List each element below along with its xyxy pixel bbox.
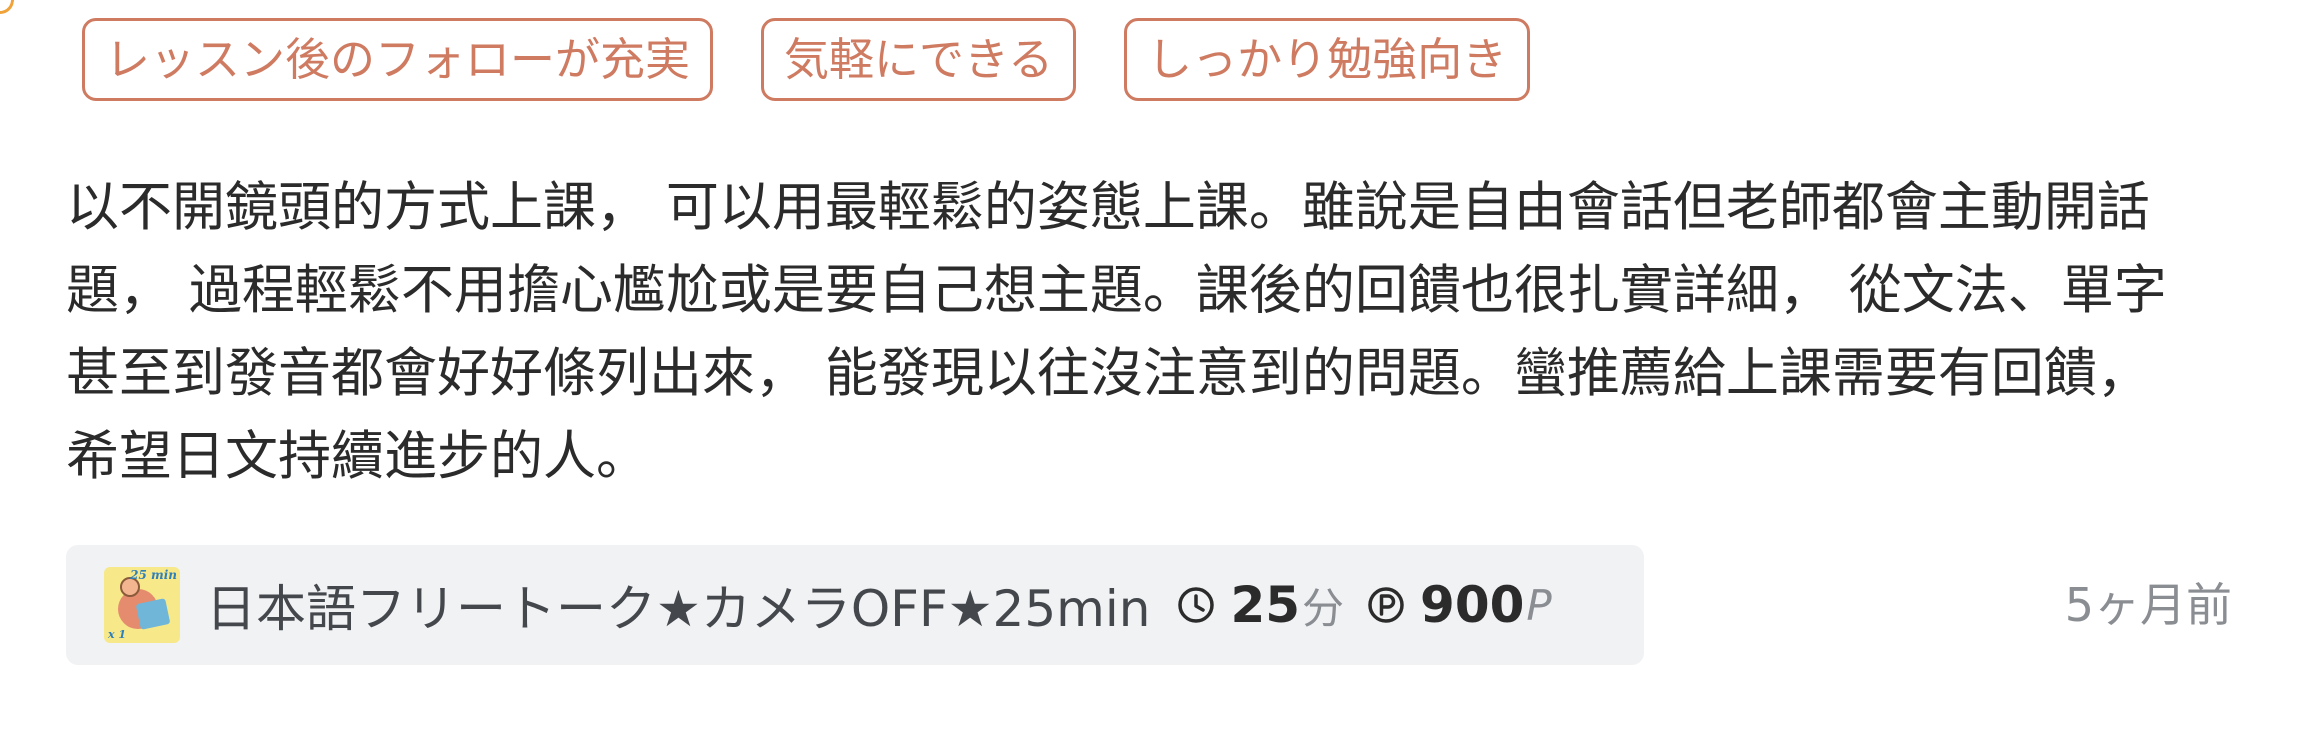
review-tags: レッスン後のフォローが充実 気軽にできる しっかり勉強向き — [82, 18, 1531, 101]
tag-serious-study: しっかり勉強向き — [1124, 18, 1531, 101]
review-line: 題， 過程輕鬆不用擔心尷尬或是要自己想主題。課後的回饋也很扎實詳細， 從文法、單… — [66, 260, 2167, 321]
lesson-duration: 25 分 — [1176, 575, 1366, 636]
thumbnail-screen-shape — [135, 598, 171, 630]
price-value: 900 — [1420, 576, 1525, 634]
price-unit: P — [1526, 580, 1552, 630]
clock-icon — [1178, 587, 1215, 623]
lesson-card[interactable]: 25 min x 1 日本語フリートーク★カメラOFF★25min 25 分 9… — [66, 545, 1644, 665]
review-timestamp: 5ヶ月前 — [2064, 578, 2232, 632]
review-line: 希望日文持續進步的人。 — [66, 426, 649, 487]
duration-value: 25 — [1230, 576, 1301, 634]
tag-casual: 気軽にできる — [761, 18, 1077, 101]
review-text: 以不開鏡頭的方式上課， 可以用最輕鬆的姿態上課。雖說是自由會話但老師都會主動開話… — [66, 166, 2266, 498]
corner-accent-decoration — [0, 0, 17, 17]
tag-follow-up: レッスン後のフォローが充実 — [82, 18, 714, 101]
points-icon — [1368, 587, 1404, 623]
lesson-price: 900 P — [1366, 576, 1574, 634]
thumbnail-count-label: x 1 — [108, 628, 127, 641]
thumbnail-duration-label: 25 min — [130, 568, 177, 582]
lesson-thumbnail: 25 min x 1 — [104, 567, 180, 643]
review-line: 甚至到發音都會好好條列出來， 能發現以往沒注意到的問題。蠻推薦給上課需要有回饋， — [66, 343, 2150, 404]
lesson-title[interactable]: 日本語フリートーク★カメラOFF★25min — [206, 569, 1150, 641]
duration-unit: 分 — [1302, 583, 1345, 633]
review-line: 以不開鏡頭的方式上課， 可以用最輕鬆的姿態上課。雖說是自由會話但老師都會主動開話 — [66, 177, 2150, 238]
